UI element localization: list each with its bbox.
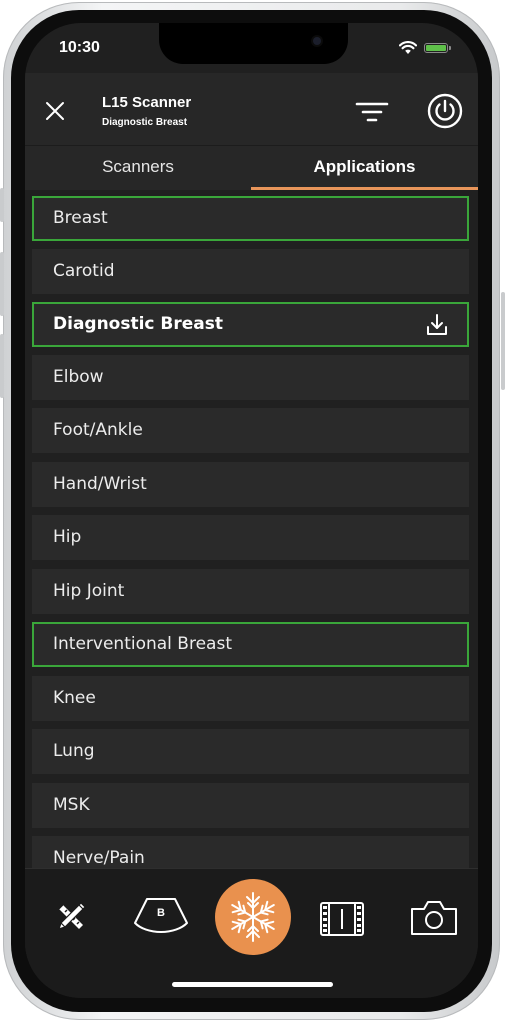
- list-item-label: Carotid: [53, 261, 115, 281]
- list-item-label: Elbow: [53, 367, 104, 387]
- list-item-foot-ankle[interactable]: Foot/Ankle: [32, 408, 469, 453]
- wifi-icon: [399, 41, 417, 54]
- status-time: 10:30: [59, 39, 100, 56]
- list-item-label: Interventional Breast: [53, 634, 232, 654]
- mode-label: B: [157, 907, 165, 919]
- tab-applications[interactable]: Applications: [251, 146, 478, 191]
- home-indicator[interactable]: [172, 982, 333, 987]
- silent-switch: [0, 188, 4, 222]
- list-item-hip-joint[interactable]: Hip Joint: [32, 569, 469, 614]
- list-item-interventional-breast[interactable]: Interventional Breast: [32, 622, 469, 667]
- download-icon[interactable]: [425, 313, 449, 337]
- list-item-msk[interactable]: MSK: [32, 783, 469, 828]
- list-item-label: Hand/Wrist: [53, 474, 147, 494]
- list-item-diagnostic-breast[interactable]: Diagnostic Breast: [32, 302, 469, 347]
- notch: [159, 23, 348, 64]
- tab-bar: Scanners Applications: [25, 145, 478, 191]
- application-subtitle: Diagnostic Breast: [102, 117, 188, 128]
- film-cine-icon[interactable]: [319, 901, 365, 937]
- power-side-button: [501, 292, 505, 390]
- list-item-label: Foot/Ankle: [53, 420, 143, 440]
- freeze-button[interactable]: [215, 879, 291, 955]
- volume-up-button: [0, 252, 4, 316]
- list-item-lung[interactable]: Lung: [32, 729, 469, 774]
- list-item-hip[interactable]: Hip: [32, 515, 469, 560]
- list-item-label: Breast: [53, 208, 108, 228]
- measure-tools-icon[interactable]: [51, 897, 91, 937]
- front-camera: [313, 37, 321, 45]
- camera-icon[interactable]: [409, 899, 459, 937]
- list-item-label: Lung: [53, 741, 95, 761]
- list-item-hand-wrist[interactable]: Hand/Wrist: [32, 462, 469, 507]
- list-item-label: MSK: [53, 795, 90, 815]
- screen: 10:30 L15 Scanner Diagnostic Breast Scan…: [25, 23, 478, 998]
- list-item-label: Diagnostic Breast: [53, 314, 224, 334]
- list-item-carotid[interactable]: Carotid: [32, 249, 469, 294]
- application-list[interactable]: Breast Carotid Diagnostic Breast Elbow F…: [25, 190, 478, 868]
- list-item-knee[interactable]: Knee: [32, 676, 469, 721]
- scanner-title: L15 Scanner: [102, 94, 192, 111]
- battery-tip: [449, 46, 451, 50]
- list-item-label: Knee: [53, 688, 96, 708]
- bottom-toolbar: B: [25, 868, 478, 998]
- volume-down-button: [0, 334, 4, 398]
- list-item-label: Hip Joint: [53, 581, 125, 601]
- list-item-elbow[interactable]: Elbow: [32, 355, 469, 400]
- list-item-breast[interactable]: Breast: [32, 196, 469, 241]
- list-item-label: Nerve/Pain: [53, 848, 145, 868]
- battery-icon: [424, 43, 448, 53]
- snowflake-freeze-icon: [231, 892, 275, 942]
- battery-level: [426, 45, 446, 51]
- close-icon[interactable]: [41, 97, 69, 125]
- power-icon[interactable]: [427, 93, 463, 129]
- header-bar: L15 Scanner Diagnostic Breast: [25, 73, 478, 145]
- list-item-nerve-pain[interactable]: Nerve/Pain: [32, 836, 469, 868]
- tab-scanners[interactable]: Scanners: [25, 146, 251, 191]
- list-item-label: Hip: [53, 527, 82, 547]
- filter-icon[interactable]: [355, 97, 389, 127]
